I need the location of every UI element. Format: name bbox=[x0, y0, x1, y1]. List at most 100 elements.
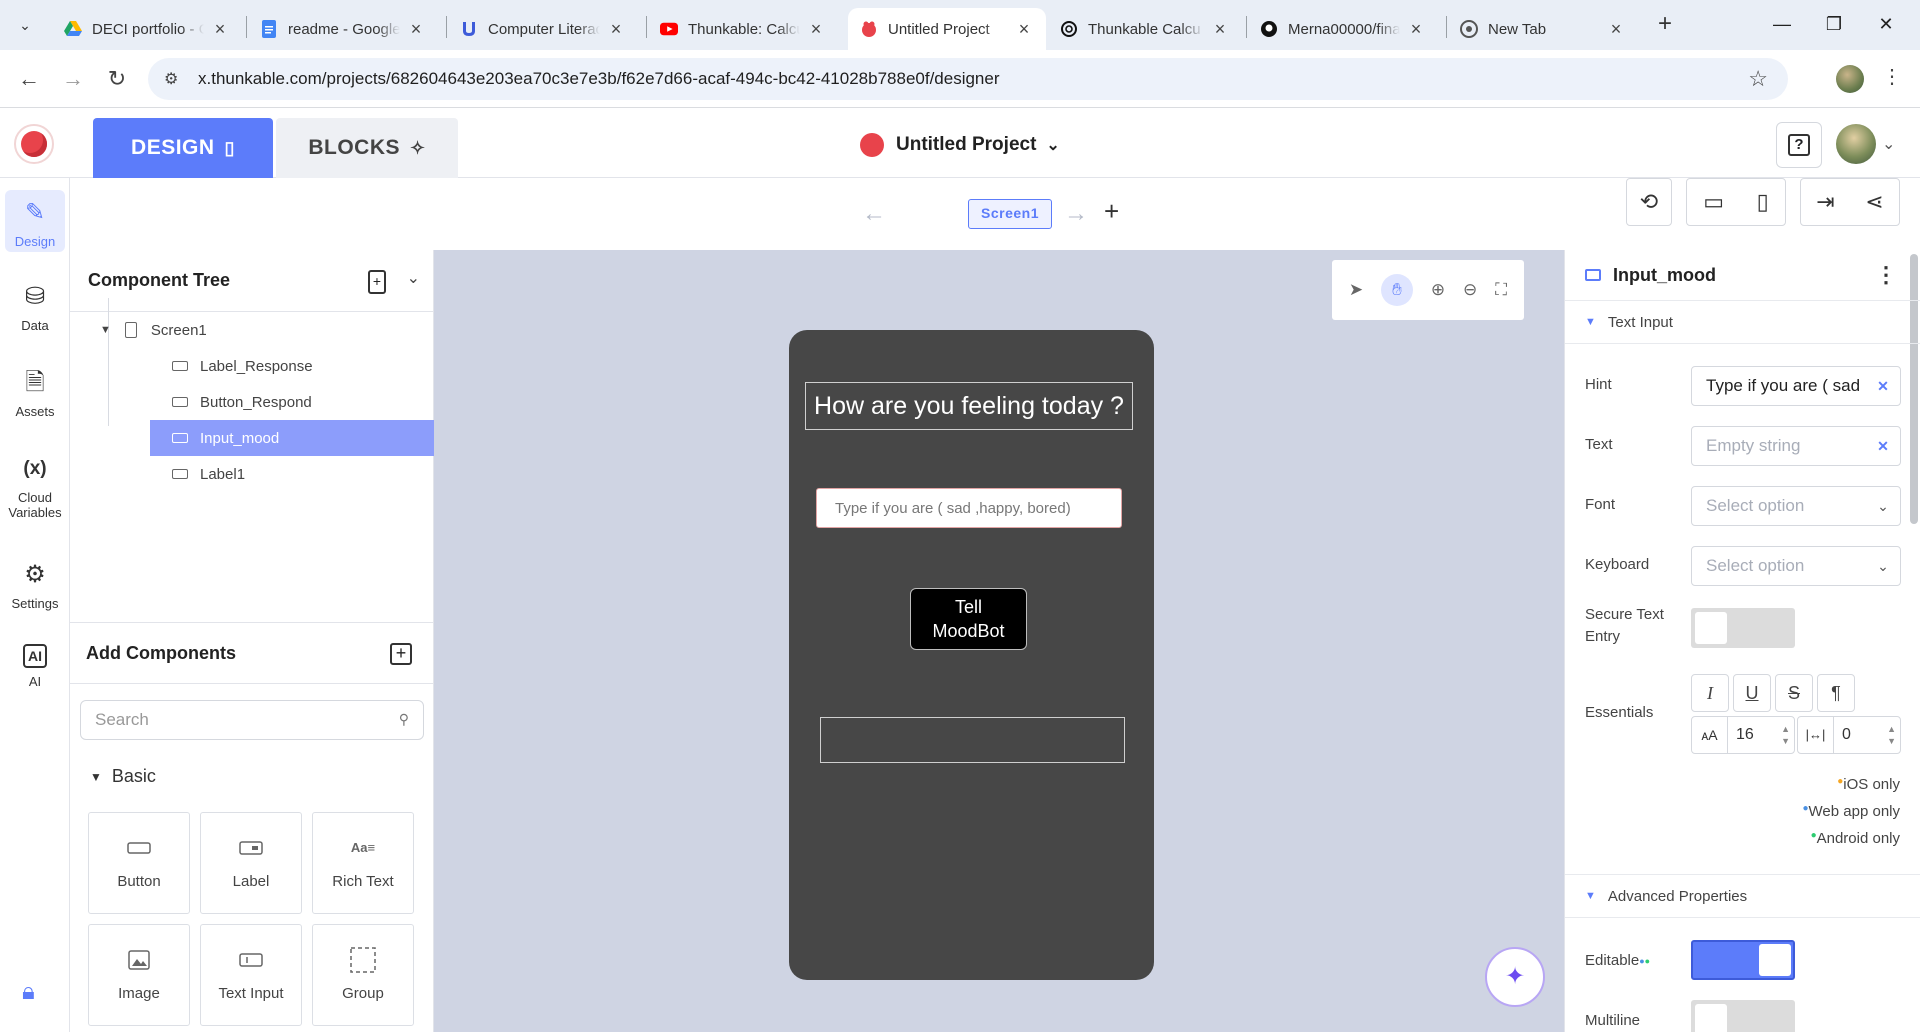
add-screen-icon[interactable]: + bbox=[368, 270, 386, 294]
reload-button[interactable]: ↻ bbox=[102, 64, 132, 94]
close-window-button[interactable]: ✕ bbox=[1866, 8, 1906, 40]
rail-item-design[interactable]: ✎ Design bbox=[5, 190, 65, 252]
zoom-out-icon[interactable]: ⊖ bbox=[1463, 280, 1477, 300]
download-app-icon[interactable]: ⇥ bbox=[1816, 189, 1834, 215]
close-icon[interactable]: × bbox=[210, 19, 230, 40]
new-tab-button[interactable]: + bbox=[1650, 10, 1680, 40]
user-avatar[interactable] bbox=[1836, 124, 1876, 164]
advanced-properties-toggle[interactable]: ▼ Advanced Properties bbox=[1565, 874, 1920, 918]
select-pointer-icon[interactable]: ➤ bbox=[1349, 280, 1363, 300]
rail-item-ai[interactable]: AI AI bbox=[5, 644, 65, 689]
rail-item-data[interactable]: ⛁ Data bbox=[5, 282, 65, 333]
tree-item-label1[interactable]: Label1 bbox=[150, 456, 434, 492]
component-tile-image[interactable]: Image bbox=[88, 924, 190, 1026]
url-field[interactable]: ⚙ x.thunkable.com/projects/682604643e203… bbox=[148, 58, 1788, 100]
paragraph-button[interactable]: ¶ bbox=[1817, 674, 1855, 712]
text-field[interactable]: Empty string ✕ bbox=[1691, 426, 1901, 466]
stepper-arrows-icon[interactable]: ▲ ▼ bbox=[1781, 723, 1794, 747]
tree-item-input-mood[interactable]: Input_mood bbox=[150, 420, 434, 456]
component-tile-button[interactable]: Button bbox=[88, 812, 190, 914]
font-select[interactable]: Select option ⌄ bbox=[1691, 486, 1901, 526]
keyboard-select[interactable]: Select option ⌄ bbox=[1691, 546, 1901, 586]
site-info-icon[interactable]: ⚙ bbox=[164, 69, 184, 89]
restore-button[interactable]: ❐ bbox=[1814, 8, 1854, 40]
component-tile-label[interactable]: Label bbox=[200, 812, 302, 914]
browser-profile-avatar[interactable] bbox=[1836, 65, 1864, 93]
basic-category-toggle[interactable]: ▼ Basic bbox=[90, 766, 156, 787]
zoom-in-icon[interactable]: ⊕ bbox=[1431, 280, 1445, 300]
project-title-dropdown[interactable]: Untitled Project ⌄ bbox=[860, 130, 1060, 160]
pan-hand-icon[interactable]: ✋︎ bbox=[1381, 274, 1414, 306]
caret-down-icon[interactable]: ▼ bbox=[100, 324, 111, 336]
font-size-stepper[interactable]: ᴀA 16 ▲ ▼ bbox=[1691, 716, 1795, 754]
chevron-down-icon[interactable]: ⌄ bbox=[1882, 134, 1895, 154]
rail-item-cloud-variables[interactable]: (x) Cloud Variables bbox=[5, 454, 65, 520]
lock-icon[interactable]: 🔒︎ bbox=[22, 978, 35, 1006]
next-screen-arrow-icon[interactable]: → bbox=[1064, 200, 1088, 228]
close-icon[interactable]: × bbox=[406, 19, 426, 40]
add-screen-button[interactable]: + bbox=[1104, 196, 1119, 227]
editable-toggle[interactable] bbox=[1691, 940, 1795, 980]
ai-assistant-button[interactable]: ✦ bbox=[1485, 947, 1545, 1007]
browser-menu-icon[interactable]: ⋮ bbox=[1882, 64, 1902, 89]
text-input-section-toggle[interactable]: ▼ Text Input bbox=[1565, 300, 1920, 344]
back-button[interactable]: ← bbox=[14, 64, 44, 94]
bookmark-star-icon[interactable]: ☆ bbox=[1748, 66, 1768, 92]
minimize-button[interactable]: — bbox=[1762, 8, 1802, 40]
device-preview-icon[interactable]: ▯ bbox=[1757, 189, 1769, 215]
tree-item-button-respond[interactable]: Button_Respond bbox=[150, 384, 434, 420]
more-options-icon[interactable]: ⋮ bbox=[1875, 262, 1897, 288]
strikethrough-button[interactable]: S bbox=[1775, 674, 1813, 712]
component-tile-group[interactable]: Group bbox=[312, 924, 414, 1026]
input-mood[interactable]: Type if you are ( sad ,happy, bored) bbox=[816, 488, 1122, 528]
browser-tab[interactable]: Merna00000/fina × bbox=[1248, 8, 1438, 50]
browser-tab-active[interactable]: Untitled Project × bbox=[848, 8, 1046, 50]
fit-screen-icon[interactable]: ⛶ bbox=[1495, 280, 1507, 300]
thunkable-logo[interactable] bbox=[14, 124, 54, 164]
italic-button[interactable]: I bbox=[1691, 674, 1729, 712]
design-canvas[interactable]: ➤ ✋︎ ⊕ ⊖ ⛶ How are you feeling today ? T… bbox=[434, 250, 1564, 1032]
label-response[interactable]: How are you feeling today ? bbox=[805, 382, 1133, 430]
browser-tab[interactable]: readme - Google × bbox=[248, 8, 438, 50]
close-icon[interactable]: × bbox=[606, 19, 626, 40]
previous-screen-arrow-icon[interactable]: ← bbox=[862, 200, 886, 228]
tab-search-button[interactable]: ⌄ bbox=[10, 12, 40, 38]
browser-tab[interactable]: Thunkable Calcu × bbox=[1048, 8, 1242, 50]
help-button[interactable]: ? bbox=[1776, 122, 1822, 168]
multiline-toggle[interactable] bbox=[1691, 1000, 1795, 1032]
hint-field[interactable]: Type if you are ( sad ,happy, bored) ✕ bbox=[1691, 366, 1901, 406]
plus-icon[interactable]: + bbox=[390, 643, 412, 665]
stepper-arrows-icon[interactable]: ▲ ▼ bbox=[1887, 723, 1900, 747]
clear-icon[interactable]: ✕ bbox=[1866, 378, 1900, 395]
close-icon[interactable]: × bbox=[1406, 19, 1426, 40]
component-search-input[interactable]: Search ⚲ bbox=[80, 700, 424, 740]
component-tile-text-input[interactable]: Text Input bbox=[200, 924, 302, 1026]
browser-tab[interactable]: New Tab × bbox=[1448, 8, 1638, 50]
history-button[interactable]: ⟲ bbox=[1626, 178, 1672, 226]
tree-item-screen1[interactable]: ▼ Screen1 bbox=[100, 312, 434, 348]
label1[interactable] bbox=[820, 717, 1125, 763]
clear-icon[interactable]: ✕ bbox=[1866, 438, 1900, 455]
underline-button[interactable]: U bbox=[1733, 674, 1771, 712]
secure-text-entry-toggle[interactable] bbox=[1691, 608, 1795, 648]
screen-selector[interactable]: Screen1 bbox=[968, 199, 1052, 229]
close-icon[interactable]: × bbox=[1014, 19, 1034, 40]
browser-tab[interactable]: Thunkable: Calcu × bbox=[648, 8, 838, 50]
blocks-tab[interactable]: BLOCKS ✧ bbox=[276, 118, 458, 178]
browser-tab[interactable]: DECI portfolio - G × bbox=[52, 8, 242, 50]
design-tab[interactable]: DESIGN ▯ bbox=[93, 118, 273, 178]
tree-item-label-response[interactable]: Label_Response bbox=[150, 348, 434, 384]
web-preview-icon[interactable]: ▭ bbox=[1703, 189, 1724, 215]
rail-item-assets[interactable]: 🗎 Assets bbox=[5, 368, 65, 419]
letter-spacing-stepper[interactable]: |↔| 0 ▲ ▼ bbox=[1797, 716, 1901, 754]
close-icon[interactable]: × bbox=[1210, 19, 1230, 40]
browser-tab[interactable]: Computer Literac × bbox=[448, 8, 638, 50]
component-tile-rich-text[interactable]: Aa≡ Rich Text bbox=[312, 812, 414, 914]
rail-item-settings[interactable]: ⚙ Settings bbox=[5, 560, 65, 611]
button-respond[interactable]: Tell MoodBot bbox=[910, 588, 1027, 650]
close-icon[interactable]: × bbox=[806, 19, 826, 40]
share-icon[interactable]: ⋖ bbox=[1865, 189, 1883, 215]
chevron-down-icon[interactable]: ⌄ bbox=[407, 268, 420, 288]
close-icon[interactable]: × bbox=[1606, 19, 1626, 40]
forward-button[interactable]: → bbox=[58, 64, 88, 94]
